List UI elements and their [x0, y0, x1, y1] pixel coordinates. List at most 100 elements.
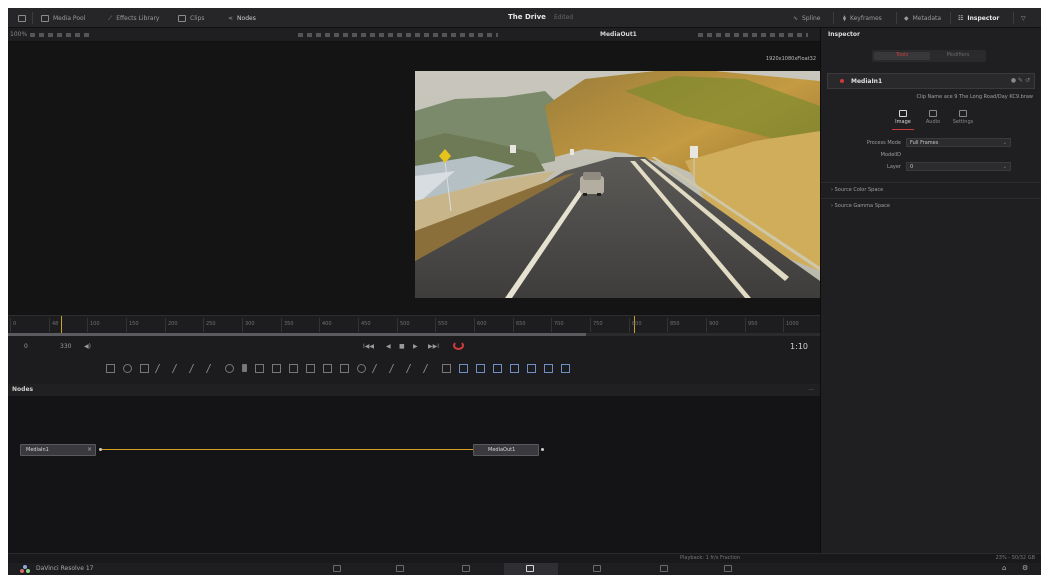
davinci-logo-icon [20, 565, 30, 573]
nodes-options-button[interactable]: ... [808, 385, 814, 392]
inspector-panel: Inspector Tools Modifiers MediaIn1 ● ✎ ↺… [820, 28, 1041, 553]
go-to-start-button[interactable]: I◀◀ [363, 343, 374, 350]
node-mediaout[interactable]: MediaOut1 [473, 444, 539, 456]
node-close-icon[interactable]: × [87, 446, 92, 453]
go-to-end-button[interactable]: ▶▶I [428, 343, 439, 350]
ruler-tick-label: 450 [361, 321, 371, 327]
ruler-tick-label: 600 [477, 321, 487, 327]
planar-tracker-icon[interactable] [388, 363, 403, 373]
viewer-left-controls[interactable] [30, 33, 90, 37]
fairlight-page-icon[interactable] [660, 565, 668, 572]
clip-name: Clip Name ace 9 The Long Road/Day KC9.br… [916, 94, 1033, 100]
cut-page-icon[interactable] [396, 565, 404, 572]
ruler-tick [397, 318, 398, 332]
output-port[interactable] [99, 448, 102, 451]
keyframes-button[interactable]: ⧫ Keyframes [843, 13, 882, 24]
subtab-settings[interactable]: Settings [948, 110, 978, 125]
viewer-center-controls[interactable] [298, 33, 498, 37]
color-tool-icon[interactable] [225, 363, 234, 373]
timecode: 1:10 [790, 342, 808, 351]
subtab-audio[interactable]: Audio [918, 110, 948, 125]
fill-tool-icon[interactable] [242, 364, 247, 372]
ellipse-mask-icon[interactable] [323, 363, 332, 373]
nodes-button[interactable]: ⋖ Nodes [228, 13, 256, 24]
in-marker[interactable] [61, 316, 62, 334]
gear-icon[interactable]: ⚙ [1022, 564, 1028, 572]
ruler-tick-label: 750 [593, 321, 603, 327]
status-bar: Playback: 1 fr/s Fraction 23% - 50/32 GB [8, 553, 1041, 563]
edit-page-icon[interactable] [462, 565, 470, 572]
right-viewer[interactable]: 1920x1080xFloat32 [413, 42, 820, 315]
selected-node-row[interactable]: MediaIn1 ● ✎ ↺ [827, 73, 1035, 89]
loop-icon[interactable] [453, 341, 464, 350]
subtab-image[interactable]: Image [888, 110, 918, 125]
inspector-button[interactable]: ☷ Inspector [958, 13, 999, 24]
renderer-3d-icon[interactable] [442, 363, 451, 373]
resize-tool-icon[interactable] [272, 363, 281, 373]
workspace-icon[interactable] [18, 13, 26, 24]
pen-tool-icon[interactable] [154, 363, 169, 373]
home-icon[interactable]: ⌂ [1002, 564, 1006, 572]
metadata-button[interactable]: ◆ Metadata [904, 13, 941, 24]
tab-modifiers[interactable]: Modifiers [930, 52, 986, 58]
polygon-mask-icon[interactable] [340, 363, 349, 373]
tab-tools[interactable]: Tools [874, 52, 930, 60]
left-viewer[interactable] [8, 42, 413, 315]
zoom-dropdown[interactable]: 100% [10, 31, 27, 38]
clips-button[interactable]: Clips [178, 13, 204, 24]
emitter-icon[interactable] [422, 363, 437, 373]
rectangle-mask-icon[interactable] [306, 363, 315, 373]
end-frame-field[interactable]: 330 [60, 343, 71, 350]
media-page-icon[interactable] [333, 565, 341, 572]
mediaout-port[interactable] [541, 448, 544, 451]
inspector-header: Inspector [821, 28, 1041, 42]
spline-button[interactable]: ∿ Spline [793, 13, 820, 24]
text-3d-icon[interactable] [527, 363, 536, 373]
play-reverse-button[interactable]: ◀ [386, 343, 391, 350]
blur-tool-icon[interactable] [205, 363, 220, 373]
camera-3d-icon[interactable] [476, 363, 485, 373]
crop-tool-icon[interactable] [289, 363, 298, 373]
process-mode-select[interactable]: Full Frames ⌄ [906, 138, 1011, 147]
fusion-page-icon[interactable] [526, 565, 534, 572]
transform-3d-icon[interactable] [561, 363, 570, 373]
node-row-actions-icon[interactable]: ● ✎ ↺ [1011, 77, 1030, 84]
paint-tool-icon[interactable] [123, 363, 132, 373]
filter-icon[interactable]: ▽ [1021, 13, 1026, 24]
text-tool-icon[interactable] [171, 363, 186, 373]
section-source-gamma-space[interactable]: › Source Gamma Space [821, 198, 1041, 214]
transform-tool-icon[interactable] [255, 363, 264, 373]
viewer-right-controls[interactable] [698, 33, 808, 37]
nodes-icon: ⋖ [228, 15, 234, 22]
effects-library-button[interactable]: ⟋ Effects Library [108, 13, 159, 24]
node-link[interactable] [102, 449, 474, 450]
start-frame-field[interactable]: 0 [24, 343, 28, 350]
image-plane-3d-icon[interactable] [544, 363, 553, 373]
play-button[interactable]: ▶ [413, 343, 418, 350]
node-mediain[interactable]: MediaIn1 × [20, 444, 96, 456]
merge-3d-icon[interactable] [510, 363, 519, 373]
brush-tool-icon[interactable] [188, 363, 203, 373]
merge-tool-icon[interactable] [140, 363, 149, 373]
wand-icon: ⟋ [108, 14, 113, 22]
model-id-label: ModelID [880, 152, 901, 158]
light-3d-icon[interactable] [493, 363, 502, 373]
tracker-icon[interactable] [371, 363, 386, 373]
media-pool-button[interactable]: Media Pool [41, 13, 85, 24]
project-status: Edited [554, 14, 574, 21]
deliver-page-icon[interactable] [724, 565, 732, 572]
fusion-tools-row [106, 360, 746, 376]
section-source-color-space[interactable]: › Source Color Space [821, 182, 1041, 198]
particles-icon[interactable] [405, 363, 420, 373]
node-editor[interactable]: MediaIn1 × MediaOut1 [8, 396, 820, 555]
audio-icon[interactable]: ◀) [84, 343, 91, 350]
time-ruler[interactable]: 0 48 100 150 200 250 300 350 400 450 500 550 600 650 7… [8, 315, 820, 334]
color-page-icon[interactable] [593, 565, 601, 572]
background-tool-icon[interactable] [106, 363, 115, 373]
shape-3d-icon[interactable] [459, 363, 468, 373]
chevron-right-icon: › [831, 203, 833, 209]
stop-button[interactable]: ■ [399, 343, 405, 350]
ruler-tick-label: 150 [129, 321, 139, 327]
bspline-mask-icon[interactable] [357, 363, 366, 373]
layer-select[interactable]: 0 ⌄ [906, 162, 1011, 171]
